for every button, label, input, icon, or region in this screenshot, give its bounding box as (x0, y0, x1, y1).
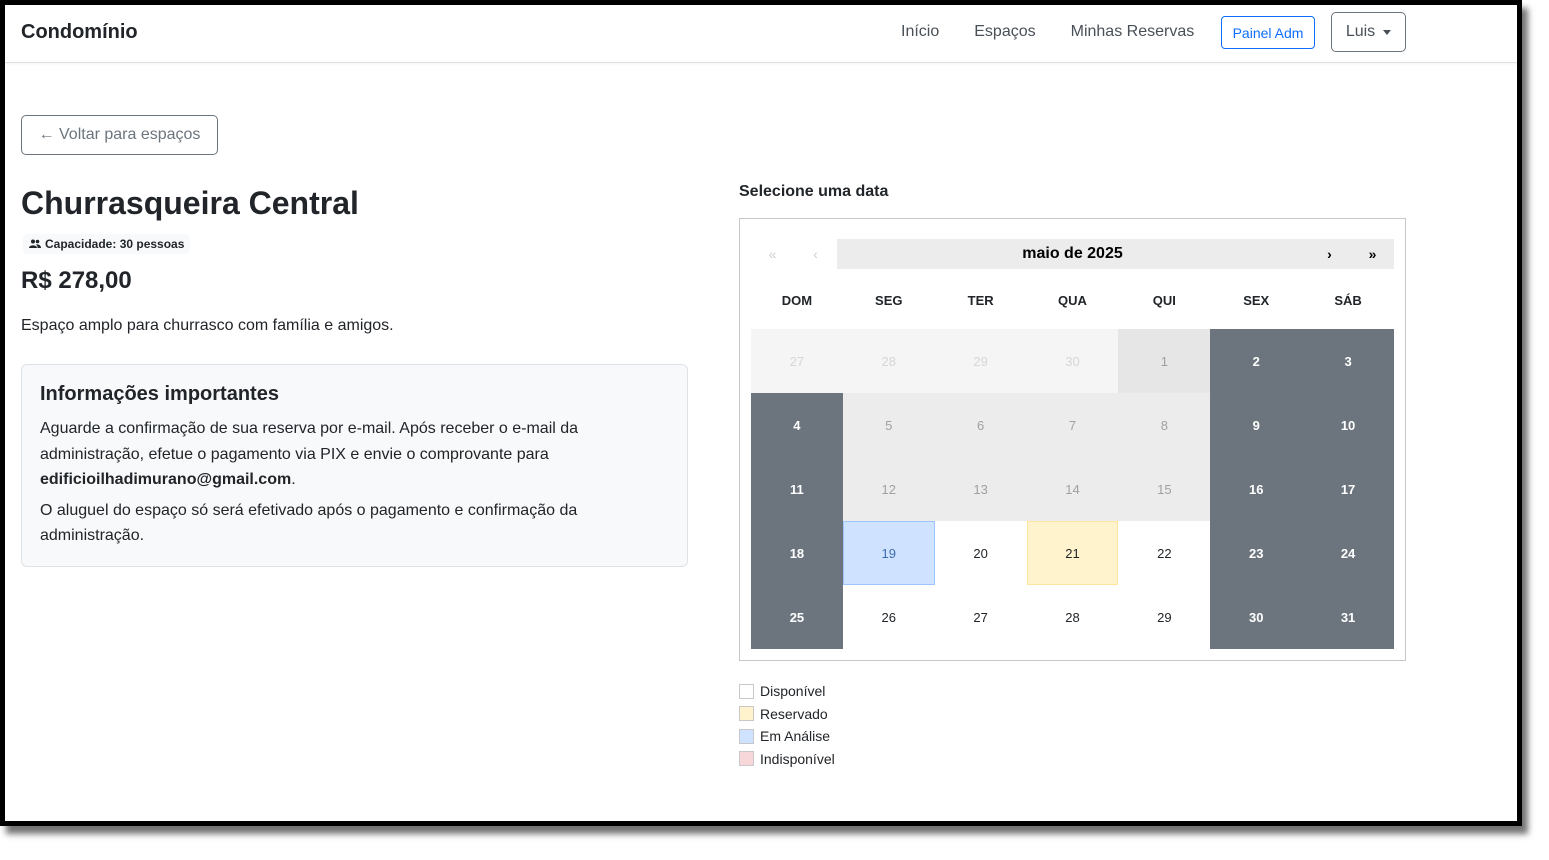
nav-links: Início Espaços Minhas Reservas (901, 23, 1229, 41)
calendar-day: 4 (751, 393, 843, 457)
next-year-button[interactable]: » (1351, 239, 1394, 269)
calendar-day: 28 (842, 329, 935, 393)
back-button-label: ← Voltar para espaços (38, 126, 201, 143)
calendar-day: 6 (934, 393, 1027, 457)
prev-month-button[interactable]: ‹ (794, 239, 837, 269)
info-text-before-email: Aguarde a confirmação de sua reserva por… (40, 420, 579, 463)
legend-swatch (739, 751, 754, 767)
weekday-header: DOM SEG TER QUA QUI SEX SÁB (751, 293, 1394, 308)
calendar-legend: Disponível Reservado Em Análise Indisponíve… (739, 680, 835, 770)
calendar-day[interactable]: 26 (842, 585, 935, 649)
calendar-day: 13 (934, 457, 1027, 521)
calendar-day: 5 (842, 393, 935, 457)
legend-item: Indisponível (739, 748, 835, 771)
chevron-down-icon (1383, 29, 1392, 35)
calendar-day[interactable]: 29 (1118, 585, 1211, 649)
legend-label: Disponível (760, 683, 826, 700)
capacity-badge: Capacidade: 30 pessoas (23, 234, 191, 254)
browser-window: Condomínio Início Espaços Minhas Reserva… (0, 0, 1522, 826)
info-paragraph-payment: Aguarde a confirmação de sua reserva por… (40, 416, 640, 493)
calendar-day[interactable]: 22 (1118, 521, 1211, 585)
weekday-label: TER (967, 293, 994, 308)
user-name: Luis (1345, 23, 1376, 40)
calendar-day: 17 (1302, 457, 1394, 521)
calendar-day: 9 (1210, 393, 1303, 457)
calendar-day: 25 (751, 585, 843, 649)
brand-logo[interactable]: Condomínio (21, 21, 138, 44)
calendar-day[interactable]: 20 (934, 521, 1027, 585)
weekday-label: SÁB (1334, 293, 1362, 308)
calendar-day: 31 (1302, 585, 1394, 649)
calendar-day: 16 (1210, 457, 1303, 521)
legend-item: Em Análise (739, 725, 835, 748)
calendar-day: 8 (1118, 393, 1211, 457)
next-month-button[interactable]: › (1308, 239, 1351, 269)
info-title: Informações importantes (40, 383, 279, 405)
nav-link-inicio[interactable]: Início (901, 23, 939, 41)
calendar-days: 27 28 29 30 1 2 3 4 5 6 7 8 9 10 11 12 13 14 15 16 17 18 19 20 2… (751, 329, 1394, 649)
description: Espaço amplo para churrasco com família … (21, 317, 394, 334)
calendar-day: 10 (1302, 393, 1394, 457)
calendar-heading: Selecione uma data (739, 183, 889, 200)
calendar-day: 23 (1210, 521, 1303, 585)
nav-link-espacos[interactable]: Espaços (974, 23, 1035, 41)
contact-email: edificioilhadimurano@gmail.com (40, 471, 292, 488)
page-title: Churrasqueira Central (21, 185, 359, 221)
legend-label: Reservado (760, 705, 828, 722)
calendar-day: 30 (1026, 329, 1119, 393)
legend-swatch (739, 728, 754, 744)
calendar-day: 2 (1210, 329, 1303, 393)
price: R$ 278,00 (21, 267, 132, 294)
calendar-day[interactable]: 27 (934, 585, 1027, 649)
calendar-day: 18 (751, 521, 843, 585)
weekday-label: DOM (781, 293, 813, 308)
calendar-day: 30 (1210, 585, 1303, 649)
prev-year-button[interactable]: « (751, 239, 794, 269)
calendar-day: 24 (1302, 521, 1394, 585)
calendar-day: 7 (1026, 393, 1119, 457)
legend-label: Em Análise (760, 728, 831, 745)
calendar-day: 1 (1118, 329, 1211, 393)
weekday-label: QUI (1152, 293, 1176, 308)
legend-item: Reservado (739, 703, 835, 726)
calendar: « ‹ maio de 2025 › » DOM SEG TER QUA QUI SEX S… (739, 218, 1406, 661)
calendar-navigation: « ‹ maio de 2025 › » (751, 239, 1394, 269)
weekday-label: SEX (1243, 293, 1270, 308)
calendar-day: 15 (1118, 457, 1211, 521)
people-icon (29, 239, 41, 248)
info-paragraph-confirmation: O aluguel do espaço só será efetivado ap… (40, 501, 578, 545)
legend-item: Disponível (739, 680, 835, 703)
weekday-label: QUA (1058, 293, 1087, 308)
legend-swatch (739, 706, 754, 722)
info-text-after-email: . (291, 471, 296, 488)
admin-panel-button[interactable]: Painel Adm (1221, 16, 1315, 49)
calendar-day: 29 (934, 329, 1027, 393)
nav-link-minhas-reservas[interactable]: Minhas Reservas (1071, 23, 1195, 41)
month-label[interactable]: maio de 2025 (837, 239, 1308, 269)
navbar: Condomínio Início Espaços Minhas Reserva… (5, 5, 1517, 63)
calendar-day: 3 (1302, 329, 1394, 393)
info-box: Informações importantes Aguarde a confir… (21, 364, 688, 567)
calendar-day[interactable]: 28 (1026, 585, 1119, 649)
back-button[interactable]: ← Voltar para espaços (21, 115, 218, 155)
legend-swatch (739, 683, 754, 699)
calendar-day: 27 (751, 329, 843, 393)
calendar-day: 14 (1026, 457, 1119, 521)
legend-label: Indisponível (760, 750, 835, 767)
calendar-day: 11 (751, 457, 843, 521)
calendar-day[interactable]: 21 (1026, 521, 1119, 585)
calendar-day: 12 (842, 457, 935, 521)
user-menu-button[interactable]: Luis (1331, 12, 1406, 52)
calendar-day[interactable]: 19 (842, 521, 935, 585)
weekday-label: SEG (875, 293, 903, 308)
capacity-text: Capacidade: 30 pessoas (45, 237, 185, 251)
